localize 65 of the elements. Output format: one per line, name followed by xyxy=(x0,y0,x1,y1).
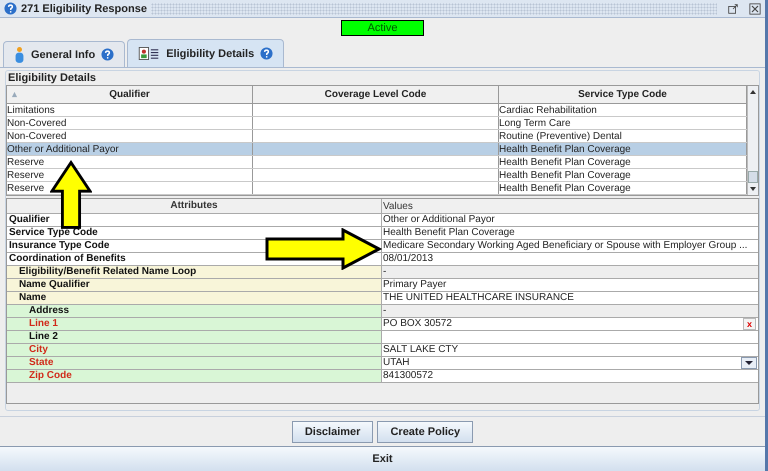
help-icon[interactable] xyxy=(101,48,114,61)
table-cell: Non-Covered xyxy=(7,118,66,129)
attribute-name: State xyxy=(29,357,54,368)
attribute-value: - xyxy=(383,266,386,278)
table-cell: Long Term Care xyxy=(499,118,571,129)
attribute-value: SALT LAKE CTY xyxy=(383,344,458,356)
attribute-value: PO BOX 30572 xyxy=(383,318,452,330)
dropdown-icon[interactable] xyxy=(741,357,757,369)
table-row[interactable]: Reserve Health Benefit Plan Coverage xyxy=(7,156,747,169)
attribute-name: Insurance Type Code xyxy=(9,240,110,251)
table-row[interactable]: Other or Additional Payor Health Benefit Plan Coverage xyxy=(7,143,747,156)
attribute-name: City xyxy=(29,344,48,355)
attribute-name: Name xyxy=(19,292,46,303)
table-cell: Routine (Preventive) Dental xyxy=(499,131,622,142)
tab[interactable]: Eligibility Details xyxy=(127,39,284,67)
column-header[interactable]: Qualifier xyxy=(7,86,253,103)
attribute-value: 08/01/2013 xyxy=(383,253,434,265)
attribute-value: Medicare Secondary Working Aged Beneficiary or Spouse with Employer Group ... xyxy=(383,240,748,252)
status-badge: Active xyxy=(340,20,424,36)
table-row[interactable]: Non-Covered Long Term Care xyxy=(7,117,747,130)
column-header[interactable]: Coverage Level Code xyxy=(253,86,499,103)
attribute-value: 841300572 xyxy=(383,370,434,382)
close-icon[interactable] xyxy=(749,2,761,14)
table-cell: Other or Additional Payor xyxy=(7,144,119,155)
table-cell: Reserve xyxy=(7,157,44,168)
attribute-value: Primary Payer xyxy=(383,279,446,291)
table-cell: Health Benefit Plan Coverage xyxy=(499,157,631,168)
clear-button[interactable]: x xyxy=(742,318,756,330)
table-cell: Limitations xyxy=(7,105,55,116)
attribute-value: UTAH xyxy=(383,357,410,369)
sort-icon xyxy=(11,91,18,98)
attribute-value: Other or Additional Payor xyxy=(383,214,495,226)
attribute-value: Health Benefit Plan Coverage xyxy=(383,227,515,239)
action-button[interactable]: Create Policy xyxy=(377,421,474,443)
table-row[interactable]: Limitations Cardiac Rehabilitation xyxy=(7,104,747,117)
window-title: 271 Eligibility Response xyxy=(21,2,147,14)
attribute-name: Eligibility/Benefit Related Name Loop xyxy=(19,266,196,277)
person-icon xyxy=(14,44,25,64)
help-icon xyxy=(4,2,17,15)
help-icon[interactable] xyxy=(260,47,274,60)
scrollbar[interactable] xyxy=(747,86,758,195)
table-cell: Reserve xyxy=(7,170,44,181)
table-cell: Cardiac Rehabilitation xyxy=(499,105,597,116)
contact-card-icon xyxy=(138,47,160,60)
group-title: Eligibility Details xyxy=(7,71,98,85)
attribute-value: - xyxy=(383,305,386,317)
table-cell: Health Benefit Plan Coverage xyxy=(499,144,631,155)
exit-button[interactable]: Exit xyxy=(0,446,765,471)
attribute-name: Line 2 xyxy=(29,331,58,342)
attribute-name: Line 1 xyxy=(29,318,58,329)
attribute-name: Coordination of Benefits xyxy=(9,253,126,264)
attribute-name: Service Type Code xyxy=(9,227,98,238)
attribute-value: THE UNITED HEALTHCARE INSURANCE xyxy=(383,292,574,304)
scroll-thumb[interactable] xyxy=(748,171,758,183)
action-button[interactable]: Disclaimer xyxy=(292,421,374,443)
attribute-name: Qualifier xyxy=(9,214,50,225)
undock-icon[interactable] xyxy=(727,2,739,14)
attribute-name: Address xyxy=(29,305,70,316)
tab[interactable]: General Info xyxy=(3,41,126,67)
attribute-name: Zip Code xyxy=(29,370,72,381)
table-cell: Health Benefit Plan Coverage xyxy=(499,183,631,194)
table-cell: Reserve xyxy=(7,183,44,194)
attribute-name: Name Qualifier xyxy=(19,279,90,290)
table-cell: Non-Covered xyxy=(7,131,66,142)
table-cell: Health Benefit Plan Coverage xyxy=(499,170,631,181)
